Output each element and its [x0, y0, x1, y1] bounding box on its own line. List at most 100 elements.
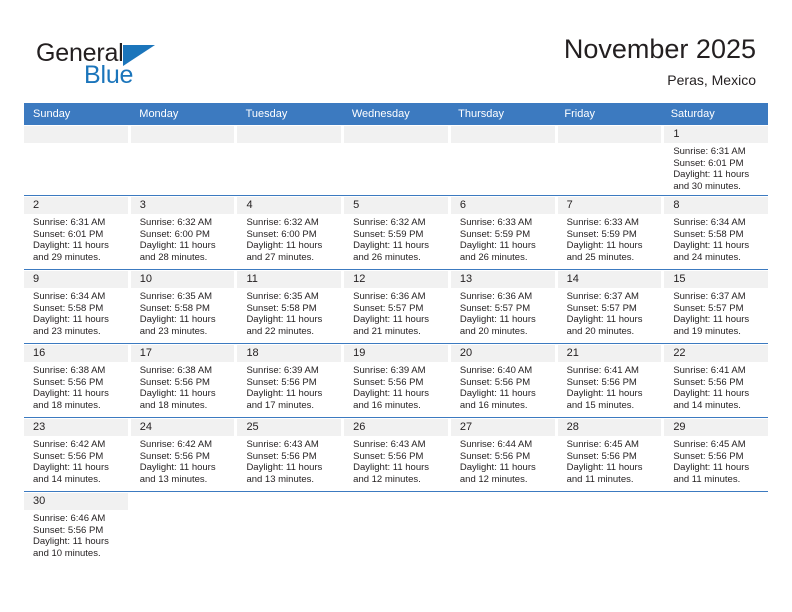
- week-row: 1 Sunrise: 6:31 AM Sunset: 6:01 PM Daylight…: [24, 125, 769, 196]
- day-cell[interactable]: 27 Sunrise: 6:44 AM Sunset: 5:56 PM Dayligh…: [450, 419, 558, 491]
- sunset-text: Sunset: 5:57 PM: [673, 302, 744, 314]
- daylight-text-line2: and 13 minutes.: [246, 473, 315, 485]
- sunrise-text: Sunrise: 6:37 AM: [566, 291, 639, 302]
- daylight-text-line2: and 26 minutes.: [353, 251, 421, 263]
- day-number: 12: [344, 271, 448, 288]
- day-cell[interactable]: 28 Sunrise: 6:45 AM Sunset: 5:56 PM Dayligh…: [557, 419, 665, 491]
- day-number: [130, 493, 235, 510]
- daylight-text-line2: and 30 minutes.: [673, 180, 741, 192]
- day-info: Sunrise: 6:34 AM Sunset: 5:58 PM Daylight:…: [664, 214, 768, 263]
- day-number: [130, 126, 235, 143]
- day-info: Sunrise: 6:34 AM Sunset: 5:58 PM Daylight:…: [24, 288, 128, 337]
- sunrise-text: Sunrise: 6:43 AM: [246, 439, 319, 450]
- daylight-text-line2: and 20 minutes.: [566, 325, 635, 337]
- day-info: [664, 510, 768, 513]
- day-cell[interactable]: 21 Sunrise: 6:41 AM Sunset: 5:56 PM Dayligh…: [557, 345, 665, 417]
- daylight-text-line2: and 24 minutes.: [673, 251, 741, 263]
- day-info: [558, 143, 662, 146]
- day-info: Sunrise: 6:39 AM Sunset: 5:56 PM Daylight:…: [237, 362, 341, 411]
- day-cell[interactable]: 3 Sunrise: 6:32 AM Sunset: 6:00 PM Daylight…: [130, 197, 238, 269]
- sunrise-text: Sunrise: 6:34 AM: [673, 217, 746, 228]
- day-info: Sunrise: 6:43 AM Sunset: 5:56 PM Daylight:…: [237, 436, 341, 485]
- day-info: Sunrise: 6:35 AM Sunset: 5:58 PM Daylight:…: [237, 288, 341, 337]
- day-number: 14: [557, 271, 662, 288]
- sunset-text: Sunset: 6:00 PM: [246, 228, 317, 240]
- day-cell[interactable]: 22 Sunrise: 6:41 AM Sunset: 5:56 PM Dayligh…: [664, 345, 769, 417]
- day-cell[interactable]: 13 Sunrise: 6:36 AM Sunset: 5:57 PM Dayligh…: [450, 271, 558, 343]
- daylight-text-line2: and 16 minutes.: [459, 399, 528, 411]
- day-cell[interactable]: 5 Sunrise: 6:32 AM Sunset: 5:59 PM Daylight…: [344, 197, 451, 269]
- day-number: 4: [237, 197, 342, 214]
- day-number: 7: [557, 197, 662, 214]
- sunrise-text: Sunrise: 6:32 AM: [246, 217, 319, 228]
- sunset-text: Sunset: 5:57 PM: [353, 302, 424, 314]
- daylight-text-line1: Daylight: 11 hours: [353, 462, 430, 474]
- day-info: Sunrise: 6:36 AM Sunset: 5:57 PM Daylight:…: [451, 288, 555, 337]
- daylight-text-line2: and 10 minutes.: [33, 547, 101, 559]
- sunrise-text: Sunrise: 6:35 AM: [246, 291, 319, 302]
- day-cell[interactable]: 23 Sunrise: 6:42 AM Sunset: 5:56 PM Dayligh…: [24, 419, 131, 491]
- day-info: [237, 510, 341, 513]
- day-cell[interactable]: 16 Sunrise: 6:38 AM Sunset: 5:56 PM Dayligh…: [24, 345, 131, 417]
- day-cell[interactable]: 15 Sunrise: 6:37 AM Sunset: 5:57 PM Dayligh…: [664, 271, 769, 343]
- daylight-text-line1: Daylight: 11 hours: [353, 314, 430, 326]
- day-cell[interactable]: 9 Sunrise: 6:34 AM Sunset: 5:58 PM Daylight…: [24, 271, 131, 343]
- day-info: Sunrise: 6:44 AM Sunset: 5:56 PM Daylight:…: [451, 436, 555, 485]
- day-number: 21: [557, 345, 662, 362]
- day-cell[interactable]: 7 Sunrise: 6:33 AM Sunset: 5:59 PM Daylight…: [557, 197, 665, 269]
- page-header: General Blue November 2025 Peras, Mexico: [0, 0, 792, 103]
- sunset-text: Sunset: 5:56 PM: [139, 376, 210, 388]
- daylight-text-line1: Daylight: 11 hours: [353, 240, 430, 252]
- day-cell[interactable]: 18 Sunrise: 6:39 AM Sunset: 5:56 PM Dayligh…: [237, 345, 345, 417]
- day-cell[interactable]: 12 Sunrise: 6:36 AM Sunset: 5:57 PM Dayligh…: [344, 271, 451, 343]
- sunset-text: Sunset: 5:56 PM: [246, 450, 317, 462]
- day-number: 25: [237, 419, 342, 436]
- day-number: 6: [450, 197, 555, 214]
- day-cell[interactable]: 25 Sunrise: 6:43 AM Sunset: 5:56 PM Dayligh…: [237, 419, 345, 491]
- day-cell[interactable]: 17 Sunrise: 6:38 AM Sunset: 5:56 PM Dayligh…: [130, 345, 238, 417]
- day-cell[interactable]: 6 Sunrise: 6:33 AM Sunset: 5:59 PM Daylight…: [450, 197, 558, 269]
- daylight-text-line2: and 11 minutes.: [673, 473, 741, 485]
- general-blue-logo[interactable]: General Blue: [36, 41, 236, 91]
- daylight-text-line1: Daylight: 11 hours: [246, 240, 323, 252]
- day-cell[interactable]: 20 Sunrise: 6:40 AM Sunset: 5:56 PM Dayligh…: [450, 345, 558, 417]
- day-cell[interactable]: 26 Sunrise: 6:43 AM Sunset: 5:56 PM Dayligh…: [344, 419, 451, 491]
- daylight-text-line1: Daylight: 11 hours: [33, 314, 109, 326]
- day-info: [24, 143, 128, 146]
- week-row: 16 Sunrise: 6:38 AM Sunset: 5:56 PM Dayligh…: [24, 344, 769, 418]
- day-cell[interactable]: 19 Sunrise: 6:39 AM Sunset: 5:56 PM Dayligh…: [344, 345, 451, 417]
- day-cell[interactable]: 4 Sunrise: 6:32 AM Sunset: 6:00 PM Daylight…: [237, 197, 345, 269]
- day-number: [237, 126, 342, 143]
- day-cell[interactable]: 24 Sunrise: 6:42 AM Sunset: 5:56 PM Dayligh…: [130, 419, 238, 491]
- daylight-text-line1: Daylight: 11 hours: [33, 388, 109, 400]
- day-cell[interactable]: 8 Sunrise: 6:34 AM Sunset: 5:58 PM Daylight…: [664, 197, 769, 269]
- day-cell[interactable]: 30 Sunrise: 6:46 AM Sunset: 5:56 PM Dayligh…: [24, 493, 131, 568]
- day-number: 15: [664, 271, 769, 288]
- day-cell[interactable]: 29 Sunrise: 6:45 AM Sunset: 5:56 PM Dayligh…: [664, 419, 769, 491]
- day-number: 24: [130, 419, 235, 436]
- day-number: 28: [557, 419, 662, 436]
- day-info: [237, 143, 341, 146]
- day-number: 13: [450, 271, 555, 288]
- day-cell-empty: [130, 493, 238, 568]
- daylight-text-line1: Daylight: 11 hours: [33, 536, 109, 548]
- sunrise-text: Sunrise: 6:46 AM: [33, 513, 106, 524]
- day-number: 17: [130, 345, 235, 362]
- daylight-text-line1: Daylight: 11 hours: [566, 314, 643, 326]
- day-cell[interactable]: 14 Sunrise: 6:37 AM Sunset: 5:57 PM Dayligh…: [557, 271, 665, 343]
- day-number: [664, 493, 769, 510]
- sunrise-text: Sunrise: 6:39 AM: [246, 365, 319, 376]
- daylight-text-line1: Daylight: 11 hours: [459, 314, 536, 326]
- day-info: Sunrise: 6:33 AM Sunset: 5:59 PM Daylight:…: [451, 214, 555, 263]
- day-cell-empty: [130, 126, 238, 195]
- day-cell[interactable]: 1 Sunrise: 6:31 AM Sunset: 6:01 PM Daylight…: [664, 126, 769, 195]
- day-cell[interactable]: 2 Sunrise: 6:31 AM Sunset: 6:01 PM Daylight…: [24, 197, 131, 269]
- day-cell[interactable]: 10 Sunrise: 6:35 AM Sunset: 5:58 PM Dayligh…: [130, 271, 238, 343]
- daylight-text-line2: and 18 minutes.: [33, 399, 101, 411]
- day-info: Sunrise: 6:43 AM Sunset: 5:56 PM Daylight:…: [344, 436, 448, 485]
- day-info: Sunrise: 6:39 AM Sunset: 5:56 PM Daylight:…: [344, 362, 448, 411]
- day-cell[interactable]: 11 Sunrise: 6:35 AM Sunset: 5:58 PM Dayligh…: [237, 271, 345, 343]
- sunset-text: Sunset: 5:56 PM: [459, 376, 531, 388]
- daylight-text-line2: and 27 minutes.: [246, 251, 315, 263]
- day-info: Sunrise: 6:45 AM Sunset: 5:56 PM Daylight:…: [664, 436, 768, 485]
